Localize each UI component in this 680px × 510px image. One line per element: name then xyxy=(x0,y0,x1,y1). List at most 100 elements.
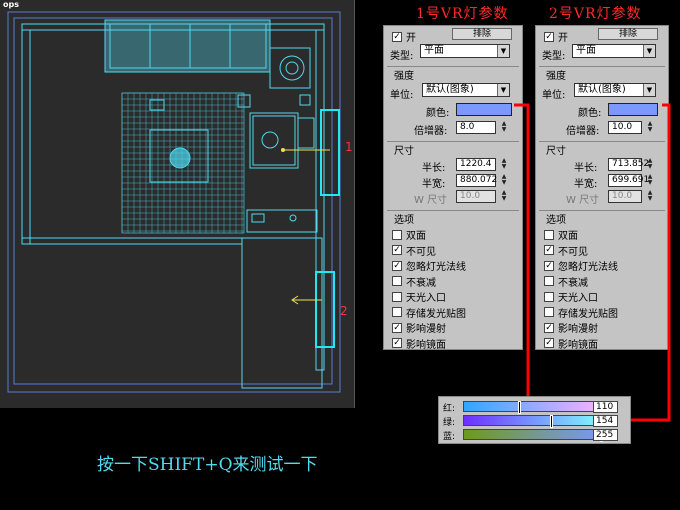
option-7[interactable]: ✓ 影响镜面 xyxy=(544,336,598,351)
type-dropdown[interactable]: 平面 ▼ xyxy=(572,44,656,58)
option-4-label: 天光入口 xyxy=(558,293,598,304)
light-color-swatch[interactable] xyxy=(608,103,658,116)
green-value[interactable]: 154 xyxy=(593,415,618,427)
chevron-down-icon[interactable]: ▼ xyxy=(643,45,655,57)
exclude-button[interactable]: 排除 xyxy=(598,28,658,40)
option-2[interactable]: ✓ 忽略灯光法线 xyxy=(392,258,466,273)
light-on-checkbox[interactable]: ✓ xyxy=(544,31,554,42)
green-row: 绿: xyxy=(443,415,455,428)
blue-value[interactable]: 255 xyxy=(593,429,618,441)
chevron-down-icon[interactable]: ▼ xyxy=(497,84,509,96)
half-width-spinner[interactable]: ▲ ▼ xyxy=(646,174,654,187)
green-slider[interactable] xyxy=(463,415,605,428)
option-0-label: 双面 xyxy=(558,231,578,242)
option-3-checkbox[interactable] xyxy=(544,276,554,286)
option-7-checkbox[interactable]: ✓ xyxy=(544,338,554,348)
multiplier-input[interactable]: 8.0 xyxy=(456,121,496,134)
option-1-checkbox[interactable]: ✓ xyxy=(544,245,554,255)
option-3-checkbox[interactable] xyxy=(392,276,402,286)
option-4-checkbox[interactable] xyxy=(392,291,402,302)
w-size-spinner: ▲ ▼ xyxy=(501,189,507,202)
red-label: 红: xyxy=(443,404,456,414)
type-dropdown[interactable]: 平面 ▼ xyxy=(420,44,510,58)
half-width-input[interactable]: 699.691 xyxy=(608,174,649,187)
intensity-group-title: 强度 xyxy=(546,71,566,82)
option-1[interactable]: ✓ 不可见 xyxy=(544,243,588,258)
color-label: 颜色: xyxy=(426,108,450,119)
light-on-checkbox[interactable]: ✓ xyxy=(392,31,402,42)
size-group-title: 尺寸 xyxy=(394,146,414,157)
light-on-label: 开 xyxy=(558,33,568,44)
light-color-swatch[interactable] xyxy=(456,103,512,116)
option-6[interactable]: ✓ 影响漫射 xyxy=(544,320,598,335)
option-2-label: 忽略灯光法线 xyxy=(406,262,466,273)
half-width-input[interactable]: 880.072 xyxy=(456,174,497,187)
multiplier-input[interactable]: 10.0 xyxy=(608,121,642,134)
half-length-input[interactable]: 713.852 xyxy=(608,158,649,171)
option-5-checkbox[interactable] xyxy=(544,307,554,317)
caption-text: 按一下SHIFT+Q来测试一下 xyxy=(97,455,318,475)
unit-dropdown[interactable]: 默认(图象) ▼ xyxy=(422,83,510,97)
light-2-marker: 2 xyxy=(340,304,348,318)
option-5-checkbox[interactable] xyxy=(392,307,402,317)
blue-row: 蓝: xyxy=(443,429,455,442)
light-on-toggle[interactable]: ✓ 开 xyxy=(392,29,416,44)
option-2-checkbox[interactable]: ✓ xyxy=(392,260,402,271)
panel-1-title: 1号VR灯参数 xyxy=(416,6,509,22)
unit-dropdown-value: 默认(图象) xyxy=(426,84,474,95)
option-6-checkbox[interactable]: ✓ xyxy=(544,322,554,333)
color-label: 颜色: xyxy=(578,108,602,119)
half-width-spinner[interactable]: ▲ ▼ xyxy=(500,174,508,187)
option-6-checkbox[interactable]: ✓ xyxy=(392,322,402,333)
option-7[interactable]: ✓ 影响镜面 xyxy=(392,336,446,351)
option-5-label: 存储发光贴图 xyxy=(406,308,466,320)
top-viewport[interactable]: ops 1 2 xyxy=(0,0,355,408)
half-length-input[interactable]: 1220.4 xyxy=(456,158,496,171)
option-4[interactable]: 天光入口 xyxy=(544,289,598,304)
option-5[interactable]: 存储发光贴图 xyxy=(544,305,618,320)
option-6[interactable]: ✓ 影响漫射 xyxy=(392,320,446,335)
option-4-checkbox[interactable] xyxy=(544,291,554,302)
option-0-checkbox[interactable] xyxy=(392,229,402,240)
blue-slider[interactable] xyxy=(463,429,605,442)
red-slider-thumb[interactable] xyxy=(518,401,521,414)
multiplier-spinner[interactable]: ▲ ▼ xyxy=(646,121,654,134)
half-width-label: 半宽: xyxy=(422,179,446,190)
option-3[interactable]: 不衰减 xyxy=(392,274,436,289)
red-value[interactable]: 110 xyxy=(593,401,618,413)
half-length-label: 半长: xyxy=(422,163,446,174)
multiplier-label: 倍增器: xyxy=(566,126,600,137)
option-1[interactable]: ✓ 不可见 xyxy=(392,243,436,258)
w-size-input: 10.0 xyxy=(456,190,496,203)
option-2-checkbox[interactable]: ✓ xyxy=(544,260,554,271)
multiplier-spinner[interactable]: ▲ ▼ xyxy=(500,121,508,134)
option-7-checkbox[interactable]: ✓ xyxy=(392,338,402,348)
color-picker: 红: 110 绿: 154 蓝: 255 xyxy=(438,396,631,444)
option-0[interactable]: 双面 xyxy=(544,227,578,242)
option-1-label: 不可见 xyxy=(558,246,588,258)
option-4[interactable]: 天光入口 xyxy=(392,289,446,304)
unit-dropdown-value: 默认(图象) xyxy=(578,84,626,95)
exclude-button[interactable]: 排除 xyxy=(452,28,512,40)
multiplier-label: 倍增器: xyxy=(414,126,448,137)
half-length-spinner[interactable]: ▲ ▼ xyxy=(646,158,654,171)
red-slider[interactable] xyxy=(463,401,605,414)
option-3[interactable]: 不衰减 xyxy=(544,274,588,289)
light-on-toggle[interactable]: ✓ 开 xyxy=(544,29,568,44)
option-0-checkbox[interactable] xyxy=(544,229,554,240)
type-label: 类型: xyxy=(390,51,414,62)
option-0[interactable]: 双面 xyxy=(392,227,426,242)
light-1-marker: 1 xyxy=(345,140,353,154)
option-1-checkbox[interactable]: ✓ xyxy=(392,245,402,255)
unit-dropdown[interactable]: 默认(图象) ▼ xyxy=(574,83,656,97)
panel-2-title: 2号VR灯参数 xyxy=(549,6,642,22)
chevron-down-icon[interactable]: ▼ xyxy=(643,84,655,96)
option-2[interactable]: ✓ 忽略灯光法线 xyxy=(544,258,618,273)
w-size-spinner: ▲ ▼ xyxy=(647,189,653,202)
half-length-spinner[interactable]: ▲ ▼ xyxy=(500,158,508,171)
option-5[interactable]: 存储发光贴图 xyxy=(392,305,466,320)
green-slider-thumb[interactable] xyxy=(550,415,553,428)
option-7-label: 影响镜面 xyxy=(406,339,446,351)
option-0-label: 双面 xyxy=(406,231,426,242)
chevron-down-icon[interactable]: ▼ xyxy=(497,45,509,57)
